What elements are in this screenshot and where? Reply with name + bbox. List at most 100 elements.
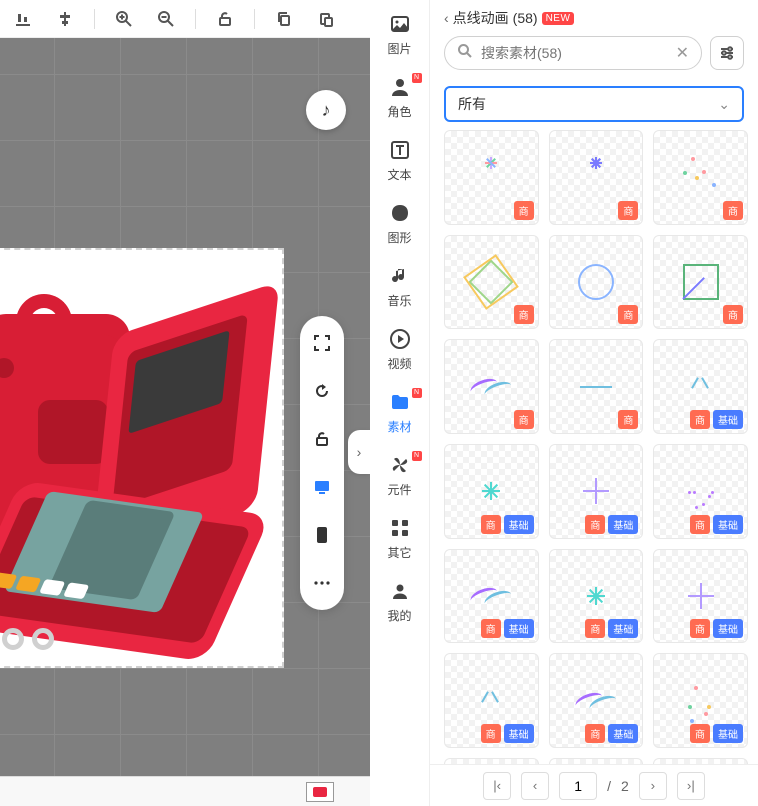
asset-card[interactable]: 商: [549, 130, 644, 225]
asset-card[interactable]: 商基础: [653, 339, 748, 434]
category-sidebar: 图片 N角色文本图形音乐视频 N 素材 N元件其它我的: [370, 0, 430, 806]
toolbar-separator: [94, 9, 95, 29]
category-other[interactable]: 其它: [376, 516, 424, 561]
category-text[interactable]: 文本: [376, 138, 424, 183]
category-video[interactable]: 视频: [376, 327, 424, 372]
breadcrumb[interactable]: ‹ 点线动画(58) NEW: [444, 8, 744, 28]
asset-preview: [568, 463, 625, 520]
back-icon[interactable]: ‹: [444, 10, 449, 26]
tag-badge: 基础: [713, 410, 743, 429]
canvas[interactable]: ♪ ›: [0, 38, 370, 806]
selected-object[interactable]: [0, 248, 284, 668]
unlock-icon[interactable]: [210, 4, 240, 34]
tag-badge: 基础: [608, 724, 638, 743]
category-label: 文本: [387, 166, 411, 183]
tag-badge: 商: [585, 515, 605, 534]
tag-badge: 基础: [713, 619, 743, 638]
tag-badge: 基础: [608, 515, 638, 534]
pager-current[interactable]: [559, 772, 597, 800]
toolbar-separator: [195, 9, 196, 29]
tag-badge: 基础: [504, 619, 534, 638]
asset-card[interactable]: 商: [549, 235, 644, 330]
asset-panel: ‹ 点线动画(58) NEW ✕ 所有 ⌄ 商商商商商商商商商基础商基础商基础商…: [430, 0, 758, 806]
category-music[interactable]: 音乐: [376, 264, 424, 309]
asset-card[interactable]: 商: [444, 130, 539, 225]
asset-card[interactable]: [549, 758, 644, 764]
category-label: 角色: [387, 103, 411, 120]
asset-card[interactable]: 商基础: [653, 549, 748, 644]
category-dropdown[interactable]: 所有 ⌄: [444, 86, 744, 122]
pager-sep: /: [607, 778, 611, 794]
page-thumbnail[interactable]: [306, 782, 334, 802]
zoom-in-icon[interactable]: [109, 4, 139, 34]
asset-preview: [568, 672, 625, 729]
video-icon: [388, 327, 412, 351]
zoom-out-icon[interactable]: [151, 4, 181, 34]
asset-card[interactable]: 商: [653, 235, 748, 330]
asset-preview: [463, 463, 520, 520]
category-asset[interactable]: N 素材: [376, 390, 424, 435]
asset-card[interactable]: [444, 758, 539, 764]
asset-preview: [672, 672, 729, 729]
text-icon: [388, 138, 412, 162]
asset-card[interactable]: 商: [444, 235, 539, 330]
asset-preview: [568, 358, 625, 415]
category-label: 视频: [387, 355, 411, 372]
tag-badge: 基础: [504, 724, 534, 743]
tag-badge: 商: [690, 619, 710, 638]
asset-card[interactable]: 商基础: [444, 444, 539, 539]
pager-next-icon[interactable]: ›: [639, 772, 667, 800]
category-widget[interactable]: N元件: [376, 453, 424, 498]
folder-icon: [388, 390, 412, 414]
category-character[interactable]: N角色: [376, 75, 424, 120]
tag-badge: 商: [690, 724, 710, 743]
lock-icon[interactable]: [309, 426, 335, 452]
rotate-icon[interactable]: [309, 378, 335, 404]
category-image[interactable]: 图片: [376, 12, 424, 57]
asset-preview: [463, 254, 520, 311]
tag-badge: 商: [618, 410, 638, 429]
asset-card[interactable]: 商基础: [444, 549, 539, 644]
asset-card[interactable]: 商: [444, 339, 539, 434]
new-badge-icon: N: [412, 388, 422, 398]
asset-card[interactable]: 商基础: [444, 653, 539, 748]
filter-icon[interactable]: [710, 36, 744, 70]
phone-icon[interactable]: [309, 522, 335, 548]
asset-preview: [463, 358, 520, 415]
asset-card[interactable]: 商基础: [549, 653, 644, 748]
category-label: 素材: [387, 418, 411, 435]
copy-icon[interactable]: [269, 4, 299, 34]
tag-badge: 商: [514, 201, 534, 220]
asset-grid-wrapper: 商商商商商商商商商基础商基础商基础商基础商基础商基础商基础商基础商基础商基础: [430, 130, 758, 764]
search-input[interactable]: [481, 45, 668, 61]
chevron-down-icon: ⌄: [718, 96, 730, 113]
pager-prev-icon[interactable]: ‹: [521, 772, 549, 800]
asset-card[interactable]: 商基础: [653, 653, 748, 748]
align-bottom-icon[interactable]: [8, 4, 38, 34]
panel-collapse-handle[interactable]: ›: [348, 430, 370, 474]
pager-last-icon[interactable]: ›|: [677, 772, 705, 800]
tag-badge: 商: [514, 305, 534, 324]
asset-card[interactable]: 商基础: [549, 549, 644, 644]
category-mine[interactable]: 我的: [376, 579, 424, 624]
category-shape[interactable]: 图形: [376, 201, 424, 246]
more-icon[interactable]: [309, 570, 335, 596]
fullscreen-icon[interactable]: [309, 330, 335, 356]
paste-icon[interactable]: [311, 4, 341, 34]
asset-card[interactable]: 商基础: [653, 444, 748, 539]
music-toggle-icon[interactable]: ♪: [306, 90, 346, 130]
clear-icon[interactable]: ✕: [676, 43, 689, 63]
grid-icon: [388, 516, 412, 540]
asset-preview: [672, 254, 729, 311]
image-icon: [388, 12, 412, 36]
align-center-icon[interactable]: [50, 4, 80, 34]
asset-card[interactable]: 商: [549, 339, 644, 434]
display-icon[interactable]: [309, 474, 335, 500]
top-toolbar: [0, 0, 370, 38]
pager: |‹ ‹ / 2 › ›|: [430, 764, 758, 806]
asset-card[interactable]: 商基础: [549, 444, 644, 539]
asset-card[interactable]: [653, 758, 748, 764]
asset-card[interactable]: 商: [653, 130, 748, 225]
category-label: 元件: [387, 481, 411, 498]
pager-first-icon[interactable]: |‹: [483, 772, 511, 800]
